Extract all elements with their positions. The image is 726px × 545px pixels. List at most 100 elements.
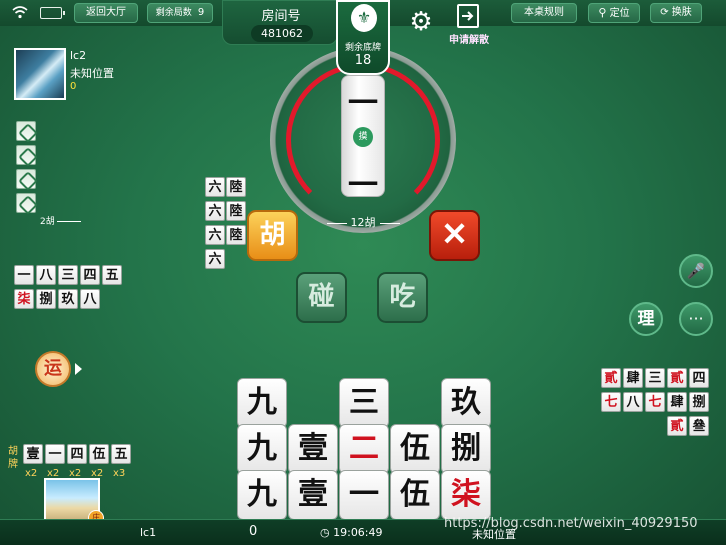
meld-tile: 陸 <box>226 201 246 221</box>
rounds-remaining-value: 9 <box>197 7 205 18</box>
hand-tile[interactable]: 三 <box>339 378 389 428</box>
clock-icon: ◷ <box>320 526 330 539</box>
meld-multiplier: x3 <box>113 468 126 479</box>
hand-tile[interactable]: 壹 <box>288 424 338 474</box>
meld-tile: 伍 <box>89 444 109 464</box>
back-to-lobby-label: 返回大厅 <box>86 7 126 18</box>
meld-tile: 陸 <box>226 177 246 197</box>
meld-tile: 六 <box>205 249 225 269</box>
table-rules-button[interactable]: 本桌规则 <box>511 3 577 23</box>
discard-tile: 四 <box>689 368 709 388</box>
hand-tile[interactable]: 壹 <box>288 470 338 520</box>
meld-tile: 陸 <box>226 225 246 245</box>
location-button[interactable]: ⚲ 定位 <box>588 3 640 23</box>
hand-tile[interactable]: 柒 <box>441 470 491 520</box>
opponent-hidden-tile <box>16 169 36 189</box>
refresh-icon: ⟳ <box>660 7 669 18</box>
hu-button[interactable]: 胡 <box>247 210 298 261</box>
request-dissolve-button[interactable]: 申请解散 <box>446 4 492 46</box>
clock: ◷ 19:06:49 <box>320 526 383 539</box>
hand-tile[interactable]: 伍 <box>390 424 440 474</box>
hu-point-count: 12胡 <box>306 214 420 230</box>
meld-multiplier: x2 <box>25 468 38 479</box>
discard-tile: 貳 <box>667 368 687 388</box>
settings-gear-icon[interactable]: ⚙ <box>407 8 435 36</box>
hand-tile[interactable]: 捌 <box>441 424 491 474</box>
discard-tile: 八 <box>36 265 56 285</box>
opponent-score: 0 <box>70 81 77 92</box>
discard-tile: 肆 <box>667 392 687 412</box>
self-name: lc1 <box>140 526 157 539</box>
hand-tile[interactable]: 玖 <box>441 378 491 428</box>
cancel-button[interactable]: ✕ <box>429 210 480 261</box>
room-number-title: 房间号 <box>261 9 301 24</box>
discard-tile: 八 <box>80 289 100 309</box>
table-rules-label: 本桌规则 <box>524 7 564 18</box>
drawn-tile-bottom: 一 <box>348 168 378 203</box>
meld-tile: 四 <box>67 444 87 464</box>
discard-tile: 捌 <box>36 289 56 309</box>
opponent-avatar[interactable] <box>14 48 66 100</box>
opponent-hu-count: 2胡 <box>40 214 81 227</box>
remaining-deck-plate: ⚜ 剩余底牌 18 <box>336 0 390 75</box>
discard-tile: 三 <box>645 368 665 388</box>
rounds-remaining-label: 剩余局数 <box>155 8 192 18</box>
opponent-hidden-tile <box>16 193 36 213</box>
hand-tile[interactable]: 九 <box>237 424 287 474</box>
microphone-icon[interactable]: 🎤 <box>679 254 713 288</box>
discard-tile: 一 <box>14 265 34 285</box>
change-skin-label: 换肤 <box>671 7 692 18</box>
hand-tile[interactable]: 一 <box>339 470 389 520</box>
location-label: 定位 <box>609 8 630 19</box>
self-hu-label: 胡牌 <box>8 446 18 470</box>
clock-time: 19:06:49 <box>333 526 383 539</box>
luck-button[interactable]: 运 <box>35 351 71 387</box>
request-dissolve-label: 申请解散 <box>449 35 489 46</box>
discard-tile: 八 <box>623 392 643 412</box>
meld-tile: 六 <box>205 201 225 221</box>
peng-button[interactable]: 碰 <box>296 272 347 323</box>
discard-tile: 肆 <box>623 368 643 388</box>
play-arrow-icon <box>75 363 82 375</box>
back-to-lobby-button[interactable]: 返回大厅 <box>74 3 138 23</box>
chat-bubble-icon[interactable]: ··· <box>679 302 713 336</box>
opponent-hidden-tile <box>16 121 36 141</box>
sort-tiles-button[interactable]: 理 <box>629 302 663 336</box>
self-score: 0 <box>249 524 258 539</box>
hand-tile[interactable]: 二 <box>339 424 389 474</box>
change-skin-button[interactable]: ⟳ 换肤 <box>650 3 702 23</box>
rounds-remaining-badge: 剩余局数 9 <box>147 3 213 23</box>
game-table: 返回大厅 剩余局数 9 本桌规则 ⚲ 定位 ⟳ 换肤 房间号 481062 ⚙ … <box>0 0 726 545</box>
exit-door-icon <box>457 4 479 28</box>
discard-tile: 四 <box>80 265 100 285</box>
opponent-location: 未知位置 <box>70 67 114 80</box>
hand-tile[interactable]: 伍 <box>390 470 440 520</box>
watermark: https://blog.csdn.net/weixin_40929150 <box>444 516 698 531</box>
fleur-emblem-icon: ⚜ <box>351 4 377 32</box>
discard-tile: 貳 <box>601 368 621 388</box>
discard-tile: 叄 <box>689 416 709 436</box>
drawn-tile-top: 一 <box>348 86 378 121</box>
room-number-value: 481062 <box>251 25 313 42</box>
chi-button[interactable]: 吃 <box>377 272 428 323</box>
room-info-plate: 房间号 481062 <box>222 0 338 45</box>
meld-tile: 壹 <box>23 444 43 464</box>
wifi-icon <box>12 6 28 19</box>
opponent-name: lc2 <box>70 49 87 62</box>
discard-tile: 玖 <box>58 289 78 309</box>
discard-tile: 柒 <box>14 289 34 309</box>
discard-tile: 三 <box>58 265 78 285</box>
draw-seal-badge: 摸 <box>353 127 373 147</box>
drawn-tile: 一 摸 一 <box>341 75 385 203</box>
hand-tile[interactable]: 九 <box>237 378 287 428</box>
discard-tile: 七 <box>601 392 621 412</box>
meld-tile: 六 <box>205 225 225 245</box>
opponent-hidden-tile <box>16 145 36 165</box>
discard-tile: 七 <box>645 392 665 412</box>
hand-tile[interactable]: 九 <box>237 470 287 520</box>
location-pin-icon: ⚲ <box>598 6 607 19</box>
discard-tile: 貳 <box>667 416 687 436</box>
meld-tile: 一 <box>45 444 65 464</box>
meld-tile: 五 <box>111 444 131 464</box>
meld-tile: 六 <box>205 177 225 197</box>
